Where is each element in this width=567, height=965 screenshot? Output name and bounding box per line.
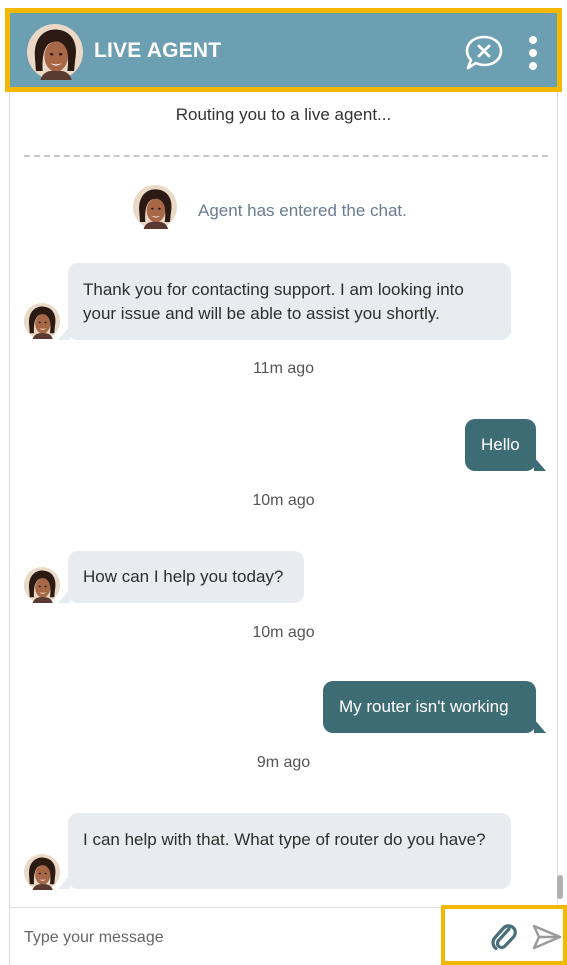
agent-message-bubble: I can help with that. What type of route… — [58, 813, 511, 889]
end-chat-icon[interactable] — [463, 33, 505, 73]
scrollbar-thumb[interactable] — [557, 875, 563, 899]
routing-status-text: Routing you to a live agent... — [175, 105, 392, 124]
paperclip-icon[interactable] — [488, 920, 518, 952]
chat-header: LIVE AGENT — [5, 8, 562, 92]
user-message-bubble: My router isn't working — [323, 681, 546, 733]
message-input[interactable] — [22, 918, 436, 958]
chat-transcript[interactable]: Routing you to a live agent... Agent has… — [9, 92, 563, 907]
transcript-divider — [24, 155, 548, 157]
more-vertical-icon[interactable] — [522, 33, 544, 73]
chat-title: LIVE AGENT — [94, 39, 222, 62]
agent-avatar — [24, 303, 60, 339]
user-message-bubble: Hello — [465, 419, 546, 471]
agent-avatar — [27, 24, 83, 80]
agent-message-bubble: How can I help you today? — [58, 551, 304, 603]
message-timestamp: 11m ago — [252, 360, 315, 377]
message-timestamp: 9m ago — [256, 754, 311, 771]
agent-avatar — [24, 567, 60, 603]
message-timestamp: 10m ago — [252, 624, 315, 641]
agent-avatar — [24, 854, 60, 890]
live-agent-chat-window: LIVE AGENT Routing you to a live agent..… — [0, 0, 567, 965]
send-icon[interactable] — [531, 922, 563, 952]
agent-entered-notice: Agent has entered the chat. — [198, 201, 407, 220]
message-timestamp: 10m ago — [252, 492, 315, 509]
agent-avatar — [133, 185, 177, 229]
agent-message-bubble: Thank you for contacting support. I am l… — [58, 263, 511, 340]
